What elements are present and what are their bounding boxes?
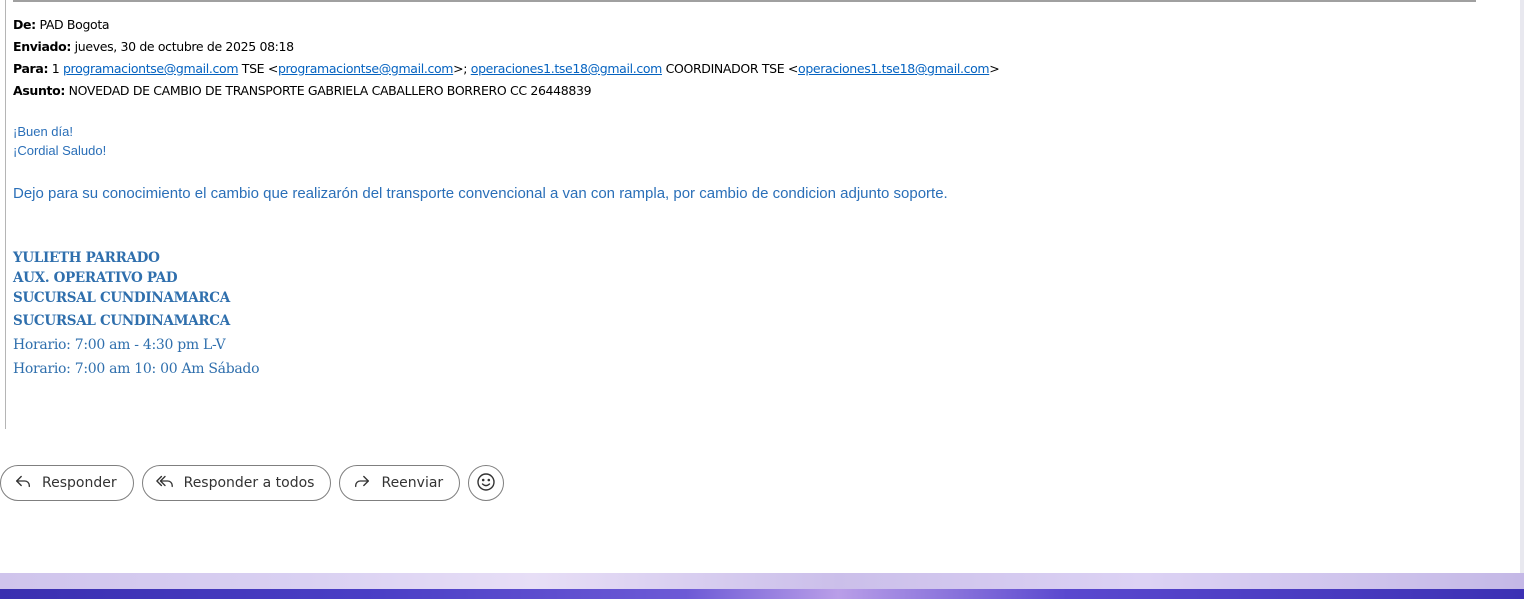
to-text-3: COORDINADOR TSE <	[665, 61, 799, 76]
sent-value: jueves, 30 de octubre de 2025 08:18	[74, 39, 294, 54]
to-line: Para: 1 programaciontse@gmail.com TSE <p…	[13, 60, 1493, 82]
signature-role: AUX. OPERATIVO PAD	[13, 270, 178, 286]
signature-hours-saturday: Horario: 7:00 am 10: 00 Am Sábado	[13, 361, 260, 377]
recipient-link-4[interactable]: operaciones1.tse18@gmail.com	[798, 61, 990, 76]
reply-button[interactable]: Responder	[0, 465, 134, 501]
reply-all-button[interactable]: Responder a todos	[141, 465, 332, 501]
to-text-4: >	[989, 61, 1000, 76]
sent-label: Enviado:	[13, 39, 72, 54]
recipient-link-2[interactable]: programaciontse@gmail.com	[278, 61, 454, 76]
forward-label: Reenviar	[381, 475, 444, 491]
signature-hours-weekday: Horario: 7:00 am - 4:30 pm L-V	[13, 337, 226, 353]
from-label: De:	[13, 17, 36, 32]
reply-icon	[14, 472, 32, 494]
greeting-line-2: ¡Cordial Saludo!	[13, 143, 107, 158]
recipient-link-1[interactable]: programaciontse@gmail.com	[63, 61, 239, 76]
greeting-line-1: ¡Buen día!	[13, 124, 73, 139]
recipient-link-3[interactable]: operaciones1.tse18@gmail.com	[471, 61, 663, 76]
sent-line: Enviado: jueves, 30 de octubre de 2025 0…	[13, 38, 1493, 60]
message-body-text: Dejo para su conocimiento el cambio que …	[13, 185, 948, 202]
quote-bar	[5, 0, 6, 429]
pane-edge	[1520, 0, 1524, 573]
reply-all-label: Responder a todos	[183, 475, 315, 491]
signature-name: YULIETH PARRADO	[13, 250, 160, 266]
subject-line: Asunto: NOVEDAD DE CAMBIO DE TRANSPORTE …	[13, 82, 1493, 104]
to-text-1: TSE <	[241, 61, 279, 76]
to-text-2: >;	[453, 61, 468, 76]
message-actions: Responder Responder a todos Reenviar	[0, 465, 505, 501]
wallpaper-band	[0, 589, 1524, 599]
subject-label: Asunto:	[13, 83, 66, 98]
message-reading-pane: De: PAD Bogota Enviado: jueves, 30 de oc…	[0, 0, 1520, 573]
forwarded-header: De: PAD Bogota Enviado: jueves, 30 de oc…	[13, 16, 1493, 104]
reaction-button[interactable]	[468, 465, 505, 501]
reply-all-icon	[155, 472, 174, 494]
signature-branch-2: SUCURSAL CUNDINAMARCA	[13, 313, 230, 329]
reply-label: Responder	[42, 475, 117, 491]
from-line: De: PAD Bogota	[13, 16, 1493, 38]
forward-button[interactable]: Reenviar	[339, 465, 461, 501]
subject-value: NOVEDAD DE CAMBIO DE TRANSPORTE GABRIELA…	[68, 83, 592, 98]
to-label: Para:	[13, 61, 49, 76]
signature-branch-1: SUCURSAL CUNDINAMARCA	[13, 290, 230, 306]
to-prefix: 1	[51, 61, 60, 76]
desktop-wallpaper-strip	[0, 573, 1524, 599]
forward-icon	[353, 472, 371, 494]
smiley-icon	[476, 472, 496, 495]
from-value: PAD Bogota	[39, 17, 110, 32]
header-separator	[13, 0, 1476, 2]
